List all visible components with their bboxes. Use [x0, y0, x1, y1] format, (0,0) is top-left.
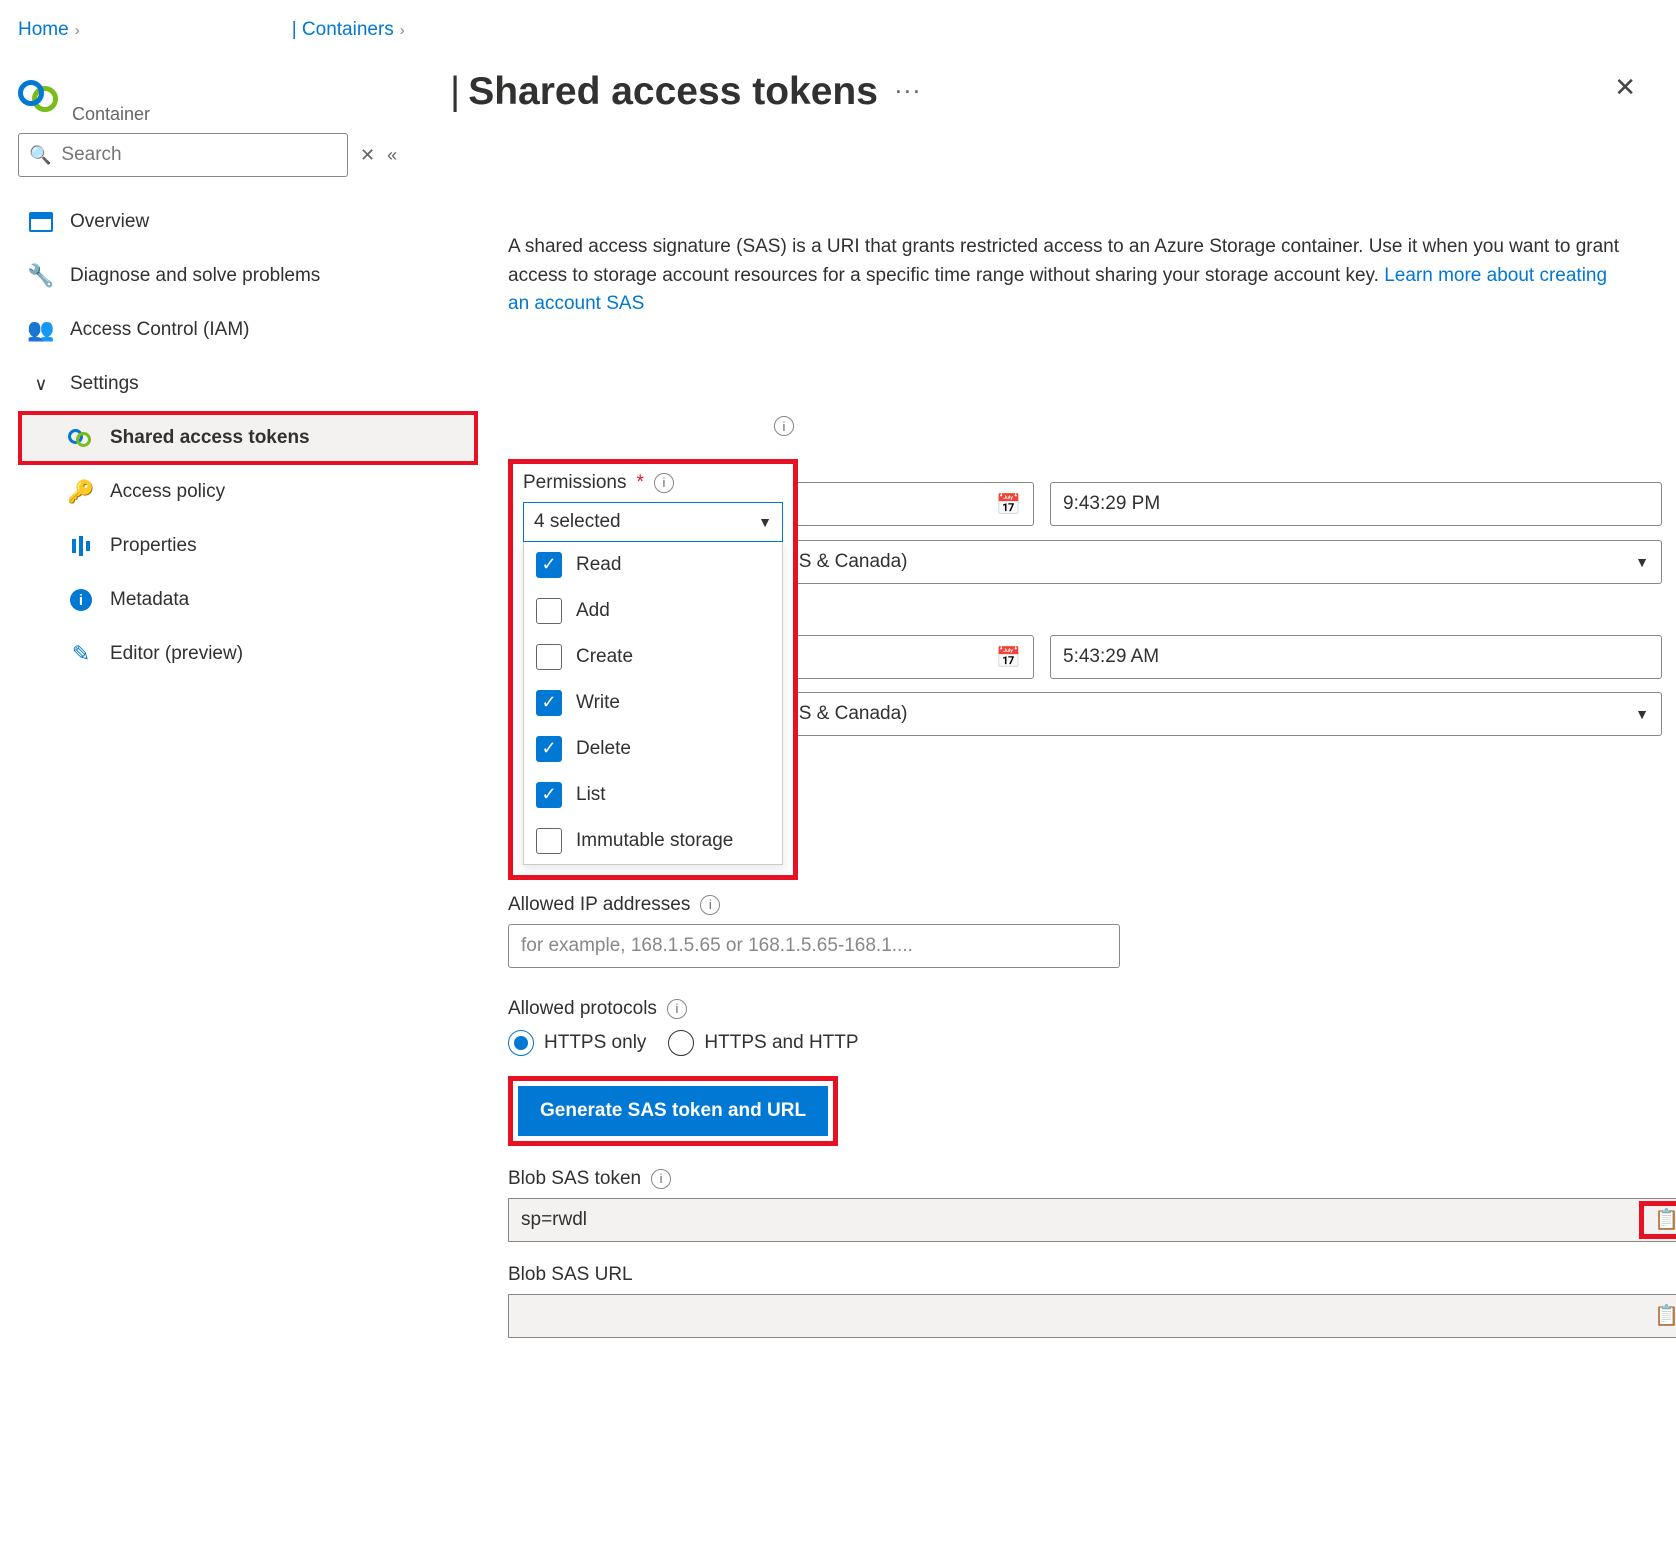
permission-option-create[interactable]: Create	[524, 634, 782, 680]
nav-editor[interactable]: ✎ Editor (preview)	[18, 627, 478, 681]
chevron-right-icon: ›	[75, 22, 80, 39]
key-icon: 🔑	[68, 479, 94, 505]
more-icon[interactable]: ···	[896, 82, 923, 103]
breadcrumb-containers[interactable]: | Containers	[292, 19, 394, 41]
permissions-label: Permissions * i	[523, 472, 783, 494]
info-icon[interactable]: i	[700, 895, 720, 915]
breadcrumb-home[interactable]: Home	[18, 19, 69, 41]
nav-iam[interactable]: 👥 Access Control (IAM)	[18, 303, 478, 357]
permission-option-immutable[interactable]: Immutable storage	[524, 818, 782, 864]
radio-icon	[508, 1030, 534, 1056]
close-icon[interactable]: ✕	[1614, 72, 1636, 103]
permission-option-read[interactable]: ✓ Read	[524, 542, 782, 588]
allowed-ip-input[interactable]: for example, 168.1.5.65 or 168.1.5.65-16…	[508, 924, 1120, 968]
info-icon[interactable]: i	[651, 1169, 671, 1189]
nav-overview[interactable]: Overview	[18, 195, 478, 249]
end-date-input[interactable]: 📅	[772, 635, 1034, 679]
checkbox-icon	[536, 828, 562, 854]
start-date-input[interactable]: 📅	[772, 482, 1034, 526]
permissions-section-highlight: Permissions * i 4 selected ▼ ✓ Read Add	[508, 459, 798, 880]
end-timezone-select[interactable]: US & Canada) ▼	[772, 692, 1662, 736]
allowed-ip-label: Allowed IP addresses i	[508, 894, 1676, 916]
generate-sas-button[interactable]: Generate SAS token and URL	[518, 1086, 828, 1136]
breadcrumb: Home › | Containers ›	[18, 10, 1658, 50]
clear-search-icon[interactable]: ✕	[360, 145, 375, 166]
permissions-options-list: ✓ Read Add Create ✓ Write	[523, 542, 783, 865]
calendar-icon: 📅	[996, 492, 1021, 517]
copy-icon[interactable]: 📋	[1654, 1303, 1676, 1328]
allowed-protocols-label: Allowed protocols i	[508, 998, 1676, 1020]
checkbox-icon: ✓	[536, 736, 562, 762]
link-icon	[68, 425, 94, 451]
permission-option-write[interactable]: ✓ Write	[524, 680, 782, 726]
nav-shared-access-tokens[interactable]: Shared access tokens	[18, 411, 478, 465]
search-box[interactable]: 🔍	[18, 133, 348, 177]
sas-url-label: Blob SAS URL	[508, 1264, 1676, 1286]
permission-option-add[interactable]: Add	[524, 588, 782, 634]
info-icon[interactable]: i	[654, 473, 674, 493]
intro-text: A shared access signature (SAS) is a URI…	[508, 233, 1628, 319]
chevron-right-icon: ›	[400, 22, 405, 39]
calendar-icon: 📅	[996, 645, 1021, 670]
info-icon[interactable]: i	[667, 999, 687, 1019]
permission-option-delete[interactable]: ✓ Delete	[524, 726, 782, 772]
sidebar: 🔍 ✕ « Overview 🔧 Diagnose and solve prob…	[18, 133, 478, 1338]
page-title: Shared access tokens	[468, 70, 878, 114]
nav-metadata[interactable]: i Metadata	[18, 573, 478, 627]
bars-icon	[68, 533, 94, 559]
radio-https-only[interactable]: HTTPS only	[508, 1030, 646, 1056]
sas-url-value[interactable]: 📋	[508, 1294, 1676, 1338]
chevron-down-icon: ▼	[1635, 554, 1649, 570]
chevron-down-icon: ▼	[1635, 706, 1649, 722]
resource-type-label: Container	[72, 104, 150, 125]
copy-button-highlight	[1639, 1201, 1676, 1239]
search-input[interactable]	[59, 143, 337, 167]
sas-token-label: Blob SAS token i	[508, 1168, 1676, 1190]
checkbox-icon: ✓	[536, 782, 562, 808]
permissions-dropdown[interactable]: 4 selected ▼	[523, 502, 783, 542]
pencil-icon: ✎	[68, 641, 94, 667]
generate-button-highlight: Generate SAS token and URL	[508, 1076, 838, 1146]
start-time-input[interactable]: 9:43:29 PM	[1050, 482, 1662, 526]
search-icon: 🔍	[29, 145, 51, 166]
people-icon: 👥	[28, 317, 54, 343]
radio-icon	[668, 1030, 694, 1056]
container-icon	[18, 80, 62, 116]
required-asterisk: *	[636, 472, 643, 494]
nav-diagnose[interactable]: 🔧 Diagnose and solve problems	[18, 249, 478, 303]
chevron-down-icon: ∨	[28, 371, 54, 397]
start-timezone-select[interactable]: US & Canada) ▼	[772, 540, 1662, 584]
radio-https-and-http[interactable]: HTTPS and HTTP	[668, 1030, 858, 1056]
checkbox-icon: ✓	[536, 552, 562, 578]
checkbox-icon: ✓	[536, 690, 562, 716]
overview-icon	[28, 209, 54, 235]
chevron-down-icon: ▼	[758, 514, 772, 530]
nav-settings[interactable]: ∨ Settings	[18, 357, 478, 411]
wrench-icon: 🔧	[28, 263, 54, 289]
info-icon[interactable]: i	[774, 416, 794, 436]
checkbox-icon	[536, 598, 562, 624]
nav-access-policy[interactable]: 🔑 Access policy	[18, 465, 478, 519]
sas-token-value[interactable]: sp=rwdl 📋	[508, 1198, 1676, 1242]
info-icon: i	[68, 587, 94, 613]
nav-properties[interactable]: Properties	[18, 519, 478, 573]
checkbox-icon	[536, 644, 562, 670]
collapse-sidebar-icon[interactable]: «	[387, 145, 397, 166]
end-time-input[interactable]: 5:43:29 AM	[1050, 635, 1662, 679]
main-content: A shared access signature (SAS) is a URI…	[478, 133, 1676, 1338]
permission-option-list[interactable]: ✓ List	[524, 772, 782, 818]
